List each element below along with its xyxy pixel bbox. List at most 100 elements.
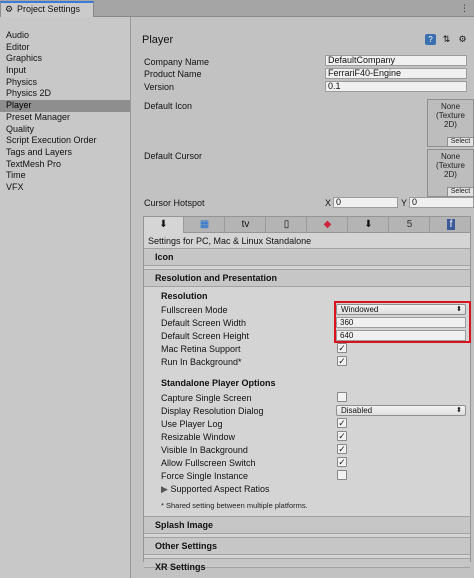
use-player-log-label: Use Player Log xyxy=(161,419,223,429)
fullscreen-mode-label: Fullscreen Mode xyxy=(161,305,228,315)
window-tab-bar: ⚙ Project Settings ⋮ xyxy=(0,0,474,17)
default-cursor-label: Default Cursor xyxy=(144,151,203,161)
xr-settings-section-header[interactable]: XR Settings xyxy=(144,558,470,572)
tab-title: Project Settings xyxy=(17,4,81,14)
tab-apple-tv[interactable]: tv xyxy=(226,217,266,233)
sidebar-item-vfx[interactable]: VFX xyxy=(0,182,130,194)
product-name-field[interactable]: FerrariF40-Engine xyxy=(325,68,467,79)
visible-in-background-checkbox[interactable]: ✓ xyxy=(337,444,347,454)
visible-in-background-label: Visible In Background xyxy=(161,445,248,455)
chevron-down-icon: ⬍ xyxy=(456,407,462,414)
apple-tv-icon: tv xyxy=(241,219,250,230)
sidebar-item-input[interactable]: Input xyxy=(0,65,130,77)
player-settings-panel: Player ? ⇅ ⚙ Company Name DefaultCompany… xyxy=(131,17,474,578)
sidebar-item-physics[interactable]: Physics xyxy=(0,77,130,89)
resolution-section-header[interactable]: Resolution and Presentation xyxy=(144,269,470,287)
run-in-background-checkbox[interactable]: ✓ xyxy=(337,356,347,366)
default-cursor-texture-slot[interactable]: None (Texture 2D) Select xyxy=(427,149,474,197)
sidebar-item-time[interactable]: Time xyxy=(0,170,130,182)
platform-tabs: ⬇ ▦ tv ▯ ◆ ⬇ 5 f xyxy=(143,216,471,233)
select-button[interactable]: Select xyxy=(447,187,473,196)
cursor-hotspot-label: Cursor Hotspot xyxy=(144,198,205,208)
dropdown-value: Windowed xyxy=(341,305,379,314)
help-book-icon[interactable]: ? xyxy=(425,34,436,45)
fullscreen-mode-dropdown[interactable]: Windowed ⬍ xyxy=(336,304,466,315)
y-field[interactable]: 0 xyxy=(409,197,474,208)
download-arrow-icon: ⬇ xyxy=(159,219,168,230)
tab-ios[interactable]: ▯ xyxy=(267,217,307,233)
mac-retina-label: Mac Retina Support xyxy=(161,344,241,354)
supported-aspect-ratios-label: Supported Aspect Ratios xyxy=(170,484,270,494)
display-resolution-dialog-dropdown[interactable]: Disabled ⬍ xyxy=(336,405,466,416)
x-label: X xyxy=(325,198,332,208)
supported-aspect-ratios-foldout[interactable]: ▶ Supported Aspect Ratios xyxy=(161,484,270,495)
dropdown-value: Disabled xyxy=(341,406,373,415)
default-icon-label: Default Icon xyxy=(144,101,193,111)
version-field[interactable]: 0.1 xyxy=(325,81,467,92)
chevron-down-icon: ⬍ xyxy=(456,306,462,313)
splash-image-section-header[interactable]: Splash Image xyxy=(144,516,470,534)
default-screen-width-field[interactable]: 360 xyxy=(336,317,466,328)
sidebar-item-preset-manager[interactable]: Preset Manager xyxy=(0,112,130,124)
force-single-instance-checkbox[interactable] xyxy=(337,470,347,480)
standalone-options-subheader: Standalone Player Options xyxy=(161,378,276,388)
sidebar-item-graphics[interactable]: Graphics xyxy=(0,53,130,65)
html5-icon: 5 xyxy=(406,219,413,230)
run-in-background-label: Run In Background* xyxy=(161,357,242,367)
select-button[interactable]: Select xyxy=(447,137,473,146)
resizable-window-label: Resizable Window xyxy=(161,432,236,442)
default-screen-height-label: Default Screen Height xyxy=(161,331,250,341)
sidebar-item-tags-and-layers[interactable]: Tags and Layers xyxy=(0,147,130,159)
force-single-instance-label: Force Single Instance xyxy=(161,471,249,481)
sidebar-item-quality[interactable]: Quality xyxy=(0,124,130,136)
sidebar-item-textmesh-pro[interactable]: TextMesh Pro xyxy=(0,159,130,171)
windows-icon: ▦ xyxy=(199,219,210,230)
tab-webgl[interactable]: 5 xyxy=(390,217,430,233)
preset-icon[interactable]: ⇅ xyxy=(441,34,452,45)
lumin-icon: ◆ xyxy=(323,219,332,230)
default-screen-width-label: Default Screen Width xyxy=(161,318,247,328)
icon-section-header[interactable]: Icon xyxy=(144,248,470,266)
tab-lumin[interactable]: ◆ xyxy=(308,217,348,233)
settings-for-label: Settings for PC, Mac & Linux Standalone xyxy=(148,236,312,246)
sidebar-item-physics-2d[interactable]: Physics 2D xyxy=(0,88,130,100)
chevron-right-icon: ▶ xyxy=(161,484,168,494)
x-field[interactable]: 0 xyxy=(333,197,398,208)
company-name-field[interactable]: DefaultCompany xyxy=(325,55,467,66)
phone-icon: ▯ xyxy=(283,219,290,230)
tab-facebook[interactable]: f xyxy=(431,217,471,233)
facebook-icon: f xyxy=(446,219,456,230)
company-name-label: Company Name xyxy=(144,57,210,67)
gear-icon: ⚙ xyxy=(5,4,14,14)
project-settings-tab[interactable]: ⚙ Project Settings xyxy=(0,1,94,17)
y-label: Y xyxy=(401,198,408,208)
platform-settings-panel: Settings for PC, Mac & Linux Standalone … xyxy=(143,233,471,572)
sidebar-item-script-execution-order[interactable]: Script Execution Order xyxy=(0,135,130,147)
mac-retina-checkbox[interactable]: ✓ xyxy=(337,343,347,353)
display-resolution-dialog-label: Display Resolution Dialog xyxy=(161,406,264,416)
page-title: Player xyxy=(142,34,174,46)
sidebar-item-editor[interactable]: Editor xyxy=(0,42,130,54)
texture-none-text: None (Texture 2D) xyxy=(436,102,465,129)
tab-standalone[interactable]: ⬇ xyxy=(144,217,184,233)
other-settings-section-header[interactable]: Other Settings xyxy=(144,537,470,555)
header-icons: ? ⇅ ⚙ xyxy=(425,34,468,45)
default-screen-height-field[interactable]: 640 xyxy=(336,330,466,341)
allow-fullscreen-switch-checkbox[interactable]: ✓ xyxy=(337,457,347,467)
sidebar-item-audio[interactable]: Audio xyxy=(0,30,130,42)
gear-icon[interactable]: ⚙ xyxy=(457,34,468,45)
capture-single-screen-label: Capture Single Screen xyxy=(161,393,252,403)
default-icon-texture-slot[interactable]: None (Texture 2D) Select xyxy=(427,99,474,147)
sidebar-item-player[interactable]: Player xyxy=(0,100,130,112)
download-arrow-icon: ⬇ xyxy=(364,219,373,230)
tab-android[interactable]: ⬇ xyxy=(349,217,389,233)
capture-single-screen-checkbox[interactable] xyxy=(337,392,347,402)
version-label: Version xyxy=(144,82,175,92)
resizable-window-checkbox[interactable]: ✓ xyxy=(337,431,347,441)
allow-fullscreen-switch-label: Allow Fullscreen Switch xyxy=(161,458,256,468)
resolution-subheader: Resolution xyxy=(161,291,208,301)
kebab-menu-icon[interactable]: ⋮ xyxy=(460,3,470,13)
settings-sidebar: Audio Editor Graphics Input Physics Physics 2… xyxy=(0,17,131,578)
use-player-log-checkbox[interactable]: ✓ xyxy=(337,418,347,428)
tab-windows-store[interactable]: ▦ xyxy=(185,217,225,233)
